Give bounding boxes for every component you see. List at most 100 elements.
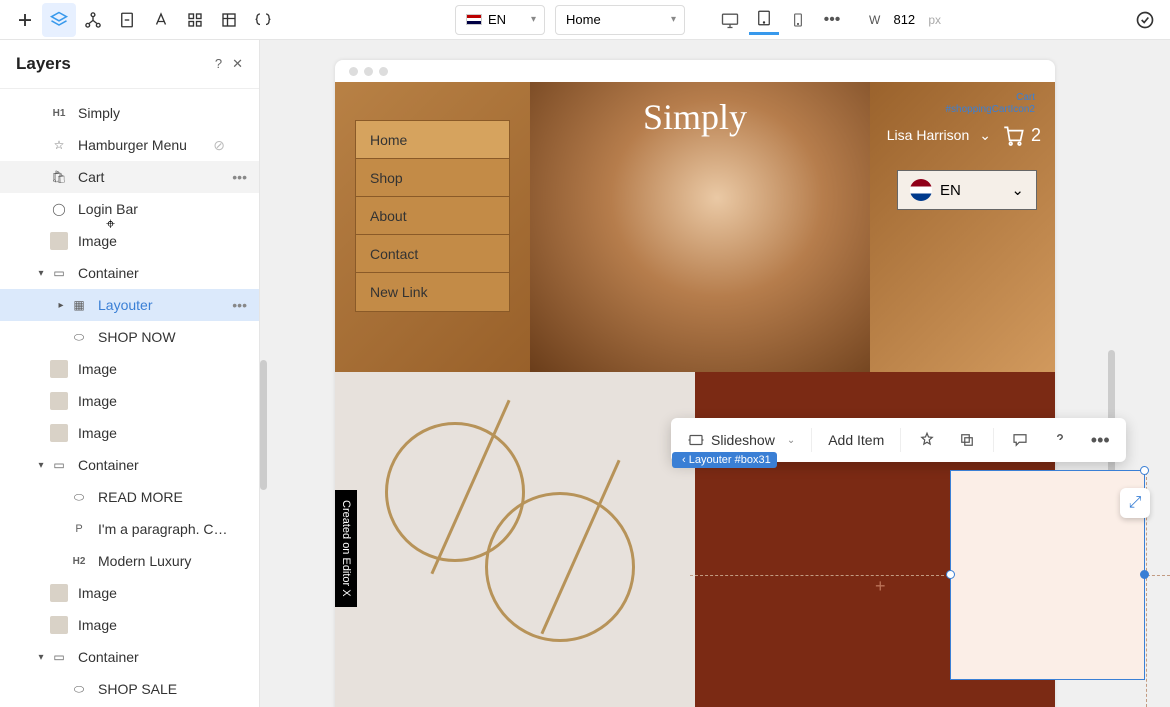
site-title: Simply [643, 96, 747, 138]
resize-handle-ml[interactable] [946, 570, 955, 579]
layer-row[interactable]: H1Simply [0, 97, 259, 129]
duplicate-icon[interactable] [951, 424, 983, 456]
layer-type-icon: P [70, 520, 88, 538]
page-icon[interactable] [110, 3, 144, 37]
layer-row[interactable]: Image [0, 609, 259, 641]
code-icon[interactable] [246, 3, 280, 37]
help-icon[interactable]: ? [215, 56, 222, 72]
cart-element-labels: Cart #shoppingCartIcon2 [945, 92, 1035, 116]
layer-row[interactable]: ▾▭Container [0, 257, 259, 289]
selection-tag[interactable]: Layouter #box31 [672, 452, 777, 468]
chevron-down-icon[interactable]: ⌄ [979, 127, 991, 144]
page-select-label: Home [566, 12, 601, 27]
chevron-down-icon: ⌄ [787, 435, 795, 446]
layer-row[interactable]: Image [0, 577, 259, 609]
language-select[interactable]: EN [455, 5, 545, 35]
layer-type-icon [50, 584, 68, 602]
menu-item[interactable]: Shop [356, 159, 509, 197]
add-item-button[interactable]: Add Item [822, 424, 890, 456]
layer-type-icon: H1 [50, 104, 68, 122]
canvas-lang-label: EN [940, 182, 961, 199]
canvas-area: Simply Cart #shoppingCartIcon2 Lisa Harr… [260, 40, 1170, 707]
layer-row[interactable]: ☆Hamburger Menu⊘ [0, 129, 259, 161]
layer-row[interactable]: Image [0, 353, 259, 385]
layer-type-icon: 🛍 [50, 168, 68, 186]
text-theme-icon[interactable] [144, 3, 178, 37]
data-icon[interactable] [212, 3, 246, 37]
layer-label: Image [78, 425, 259, 441]
add-section-icon[interactable]: + [875, 576, 886, 597]
layer-row[interactable]: P I'm a paragraph. C… [0, 513, 259, 545]
more-devices-icon[interactable]: ••• [817, 5, 847, 35]
layer-type-icon: ◯ [50, 200, 68, 218]
layer-row[interactable]: ⬭SHOP NOW [0, 321, 259, 353]
site-menu[interactable]: HomeShopAboutContactNew Link [355, 120, 510, 312]
layer-row[interactable]: ▸▦Layouter••• [0, 289, 259, 321]
layer-row[interactable]: Image [0, 385, 259, 417]
layers-panel-header: Layers ? ✕ [0, 40, 259, 89]
desktop-device-icon[interactable] [715, 5, 745, 35]
layer-label: Container [78, 265, 259, 281]
menu-item[interactable]: Contact [356, 235, 509, 273]
canvas-language-select[interactable]: EN ⌄ [897, 170, 1037, 210]
hidden-icon[interactable]: ⊘ [213, 137, 225, 154]
element-type-label: Slideshow [711, 432, 775, 448]
width-indicator: W px [869, 12, 941, 27]
layers-icon[interactable] [42, 3, 76, 37]
earrings-image [385, 402, 645, 662]
layer-label: Modern Luxury [98, 553, 259, 569]
width-input[interactable] [886, 12, 922, 27]
add-element-icon[interactable] [8, 3, 42, 37]
layer-row[interactable]: ⬭READ MORE [0, 481, 259, 513]
width-unit: px [928, 13, 941, 27]
layer-label: SHOP SALE [98, 681, 259, 697]
flag-icon [910, 179, 932, 201]
layer-row[interactable]: ▾▭Container [0, 641, 259, 673]
layer-row[interactable]: ◯Login Bar [0, 193, 259, 225]
artboard[interactable]: Simply Cart #shoppingCartIcon2 Lisa Harr… [335, 60, 1055, 707]
comment-icon[interactable] [1004, 424, 1036, 456]
layer-label: Image [78, 361, 259, 377]
layer-label: Image [78, 393, 259, 409]
resize-handle-mr[interactable] [1140, 570, 1149, 579]
layer-type-icon: ⬭ [70, 488, 88, 506]
scrollbar-thumb-left[interactable] [260, 360, 267, 490]
apps-icon[interactable] [178, 3, 212, 37]
mobile-device-icon[interactable] [783, 5, 813, 35]
more-actions-icon[interactable]: ••• [232, 169, 247, 185]
expand-icon[interactable]: ⤢ [1120, 488, 1150, 518]
layer-row[interactable]: ▾▭Container [0, 449, 259, 481]
layers-list[interactable]: H1Simply☆Hamburger Menu⊘🛍Cart•••◯Login B… [0, 89, 259, 707]
resize-handle-tr[interactable] [1140, 466, 1149, 475]
design-icon[interactable] [911, 424, 943, 456]
help-icon[interactable] [1044, 424, 1076, 456]
login-bar[interactable]: Lisa Harrison ⌄ 2 [887, 124, 1041, 146]
menu-item[interactable]: About [356, 197, 509, 235]
layer-label: Container [78, 457, 259, 473]
selection-box[interactable] [950, 470, 1145, 680]
layer-type-icon: ⬭ [70, 680, 88, 698]
layers-panel: Layers ? ✕ H1Simply☆Hamburger Menu⊘🛍Cart… [0, 40, 260, 707]
layer-type-icon [50, 392, 68, 410]
cart-icon[interactable]: 2 [1001, 124, 1041, 146]
device-breakpoints: ••• [715, 5, 847, 35]
layer-row[interactable]: Image [0, 225, 259, 257]
site-structure-icon[interactable] [76, 3, 110, 37]
layers-title: Layers [16, 54, 71, 74]
menu-item[interactable]: Home [356, 121, 509, 159]
page-select[interactable]: Home [555, 5, 685, 35]
close-icon[interactable]: ✕ [232, 56, 243, 72]
layer-row[interactable]: H2Modern Luxury [0, 545, 259, 577]
layer-row[interactable]: Image [0, 417, 259, 449]
layer-label: Container [78, 649, 259, 665]
more-actions-icon[interactable]: ••• [232, 297, 247, 313]
layer-row[interactable]: 🛍Cart••• [0, 161, 259, 193]
more-options-icon[interactable]: ••• [1084, 424, 1116, 456]
layer-row[interactable]: ⬭ SHOP SALE [0, 673, 259, 705]
check-status-icon[interactable] [1128, 3, 1162, 37]
hero-section[interactable]: Simply Cart #shoppingCartIcon2 Lisa Harr… [335, 82, 1055, 372]
layer-type-icon: ⬭ [70, 328, 88, 346]
menu-item[interactable]: New Link [356, 273, 509, 311]
layer-label: I'm a paragraph. C… [98, 521, 259, 537]
tablet-device-icon[interactable] [749, 5, 779, 35]
